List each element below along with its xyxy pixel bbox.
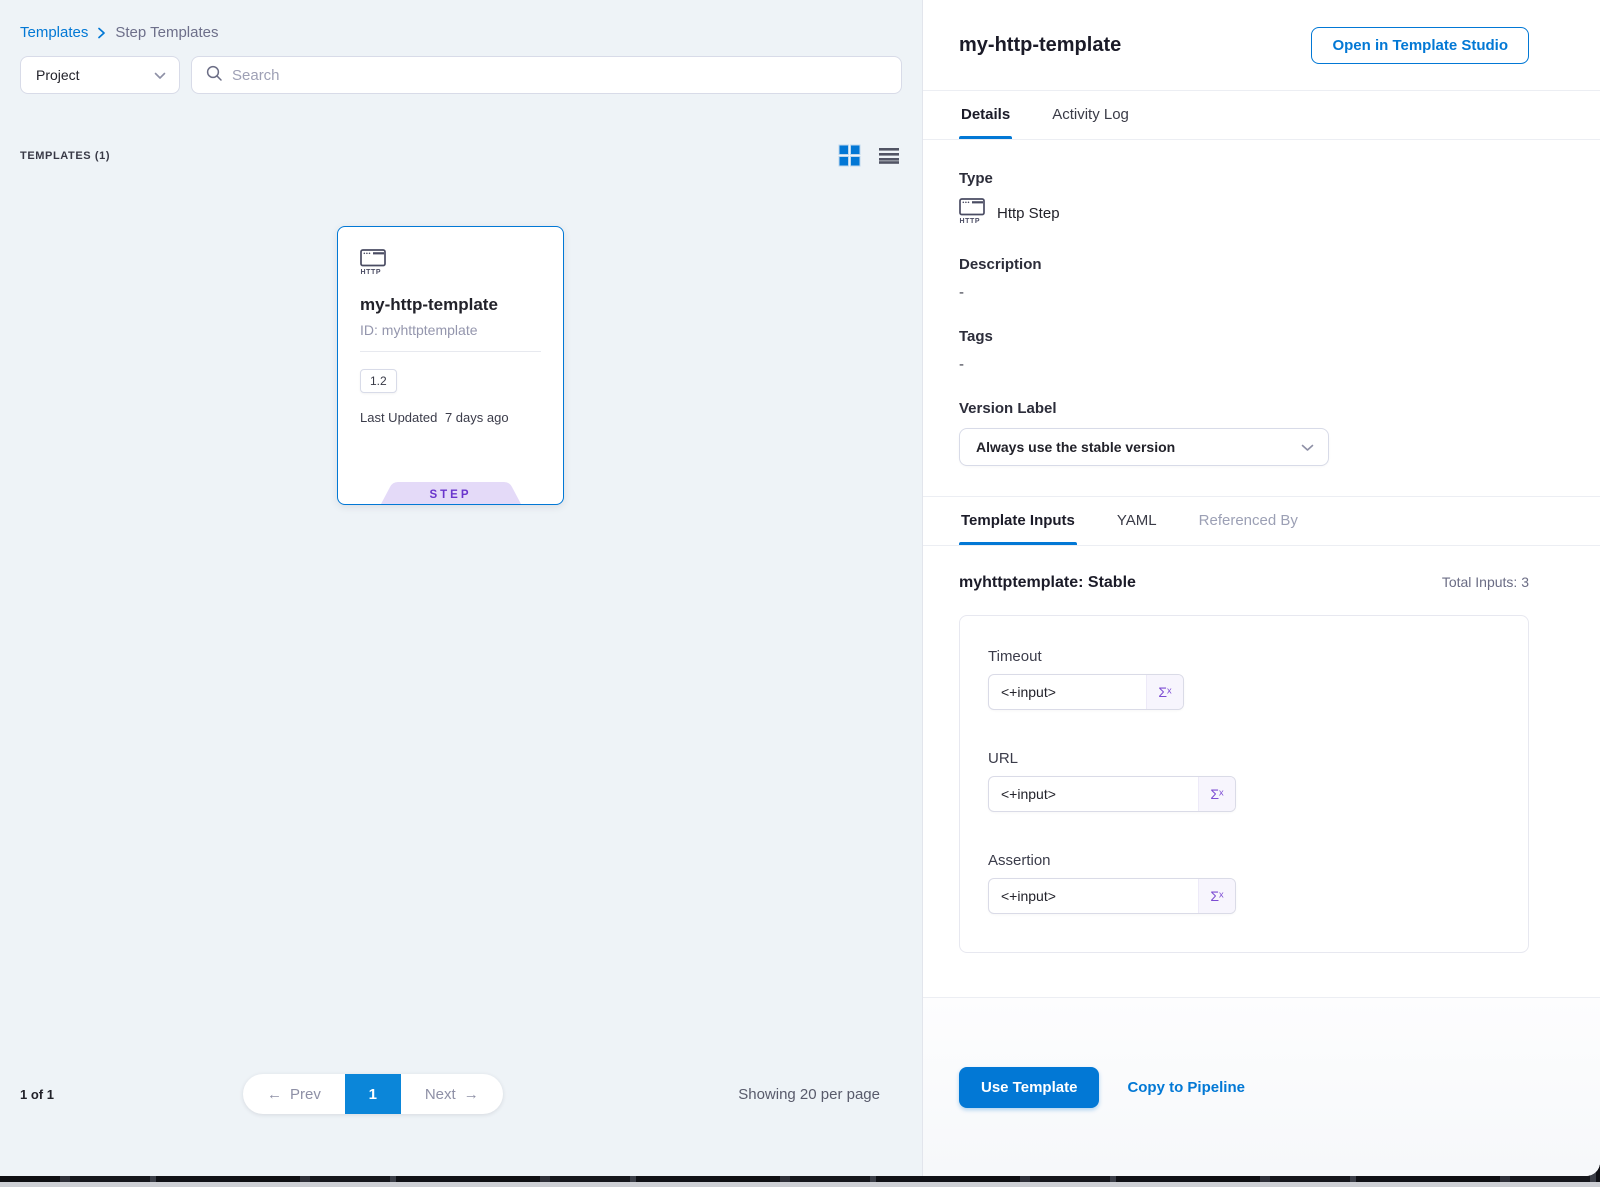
url-label: URL (988, 750, 1500, 767)
page-summary: 1 of 1 (20, 1087, 54, 1102)
pagination-bar: 1 of 1 ← Prev 1 Next → Showing 20 per pa… (0, 1074, 922, 1116)
tab-details[interactable]: Details (959, 91, 1012, 139)
grid-view-button[interactable] (838, 144, 861, 167)
scope-select[interactable]: Project (20, 56, 180, 94)
detail-title: my-http-template (959, 34, 1121, 57)
template-card-title: my-http-template (360, 295, 541, 315)
version-chip[interactable]: 1.2 (360, 369, 397, 393)
use-template-button[interactable]: Use Template (959, 1067, 1099, 1108)
templates-count-label: TEMPLATES (1) (20, 150, 110, 162)
assertion-value: <+input> (989, 879, 1198, 913)
timeout-label: Timeout (988, 648, 1500, 665)
breadcrumb: Templates Step Templates (0, 0, 922, 41)
view-toggles (838, 144, 900, 167)
svg-text:HTTP: HTTP (361, 269, 382, 275)
search-box (191, 56, 902, 94)
search-input[interactable] (232, 67, 888, 84)
description-value: - (959, 284, 1529, 301)
prev-label: Prev (290, 1086, 321, 1103)
inputs-card: Timeout <+input> Σˣ URL <+input> Σˣ (959, 615, 1529, 953)
scope-select-value: Project (36, 67, 80, 83)
type-row: HTTP Http Step (959, 198, 1529, 229)
inputs-total: Total Inputs: 3 (1442, 574, 1529, 590)
type-value: Http Step (997, 205, 1060, 222)
step-badge-label: STEP (381, 482, 521, 504)
app-window: Templates Step Templates Project (0, 0, 1600, 1176)
chevron-down-icon (154, 67, 166, 83)
url-field[interactable]: <+input> Σˣ (988, 776, 1236, 812)
tab-yaml[interactable]: YAML (1115, 497, 1159, 545)
template-card[interactable]: HTTP my-http-template ID: myhttptemplate… (337, 226, 564, 505)
version-select[interactable]: Always use the stable version (959, 428, 1329, 466)
desktop-background: Templates Step Templates Project (0, 0, 1600, 1187)
filter-row: Project (0, 41, 922, 94)
template-card-id: ID: myhttptemplate (360, 322, 541, 338)
template-inputs-body: myhttptemplate: Stable Total Inputs: 3 T… (923, 546, 1600, 997)
list-view-button[interactable] (878, 146, 900, 166)
list-header: TEMPLATES (1) (0, 94, 922, 167)
description-label: Description (959, 256, 1529, 273)
detail-footer: Use Template Copy to Pipeline (923, 997, 1600, 1176)
tab-activity-log[interactable]: Activity Log (1050, 91, 1131, 139)
http-step-icon: HTTP (360, 249, 541, 280)
assertion-label: Assertion (988, 852, 1500, 869)
timeout-value: <+input> (989, 675, 1146, 709)
tags-label: Tags (959, 328, 1529, 345)
details-body: Type HTTP Http Step Description - Tags (923, 140, 1600, 496)
prev-page-button[interactable]: ← Prev (243, 1074, 345, 1114)
type-label: Type (959, 170, 1529, 187)
arrow-right-icon: → (464, 1086, 479, 1103)
tags-value: - (959, 356, 1529, 373)
search-icon (205, 64, 223, 87)
templates-list-panel: Templates Step Templates Project (0, 0, 922, 1176)
bottom-gray-strip (0, 1182, 1600, 1187)
detail-tabs: Details Activity Log (923, 90, 1600, 140)
timeout-field[interactable]: <+input> Σˣ (988, 674, 1184, 710)
url-value: <+input> (989, 777, 1198, 811)
assertion-field[interactable]: <+input> Σˣ (988, 878, 1236, 914)
last-updated: Last Updated 7 days ago (360, 410, 541, 425)
per-page-label: Showing 20 per page (738, 1086, 880, 1103)
http-step-icon: HTTP (959, 198, 986, 229)
breadcrumb-current: Step Templates (115, 24, 218, 41)
input-group-url: URL <+input> Σˣ (988, 750, 1500, 812)
inputs-head: myhttptemplate: Stable Total Inputs: 3 (959, 574, 1529, 592)
version-label: Version Label (959, 400, 1529, 417)
pager: ← Prev 1 Next → (243, 1074, 503, 1114)
step-type-badge: STEP (381, 482, 521, 504)
page-1-button[interactable]: 1 (345, 1074, 401, 1114)
expression-toggle-icon[interactable]: Σˣ (1146, 675, 1183, 709)
template-details-panel: my-http-template Open in Template Studio… (922, 0, 1600, 1176)
input-group-timeout: Timeout <+input> Σˣ (988, 648, 1500, 710)
next-page-button[interactable]: Next → (401, 1074, 503, 1114)
next-label: Next (425, 1086, 456, 1103)
sub-tabs: Template Inputs YAML Referenced By (923, 496, 1600, 546)
svg-text:HTTP: HTTP (960, 218, 981, 224)
tab-referenced-by[interactable]: Referenced By (1197, 497, 1300, 545)
last-updated-value: 7 days ago (445, 410, 509, 425)
input-group-assertion: Assertion <+input> Σˣ (988, 852, 1500, 914)
open-in-template-studio-button[interactable]: Open in Template Studio (1311, 27, 1529, 64)
tab-template-inputs[interactable]: Template Inputs (959, 497, 1077, 545)
breadcrumb-templates-link[interactable]: Templates (20, 24, 88, 41)
breadcrumb-chevron-icon (97, 27, 106, 39)
card-divider (360, 351, 541, 352)
copy-to-pipeline-link[interactable]: Copy to Pipeline (1127, 1079, 1245, 1096)
chevron-down-icon (1301, 439, 1314, 455)
expression-toggle-icon[interactable]: Σˣ (1198, 879, 1235, 913)
last-updated-label: Last Updated (360, 410, 437, 425)
version-select-value: Always use the stable version (976, 439, 1175, 455)
inputs-heading: myhttptemplate: Stable (959, 574, 1136, 592)
expression-toggle-icon[interactable]: Σˣ (1198, 777, 1235, 811)
detail-header: my-http-template Open in Template Studio (923, 0, 1600, 90)
arrow-left-icon: ← (267, 1086, 282, 1103)
